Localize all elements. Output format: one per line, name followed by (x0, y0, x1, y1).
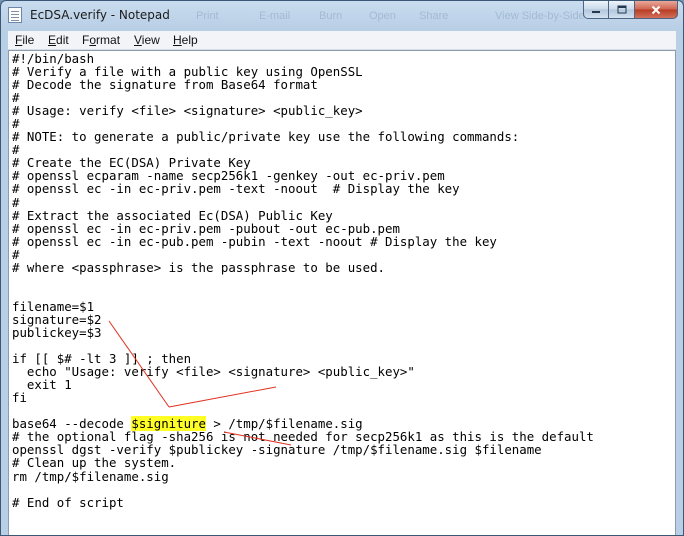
menu-format-label: rmat (96, 33, 121, 47)
maximize-button[interactable] (609, 1, 635, 19)
ghost-text: Share (419, 10, 449, 22)
menu-help-accel: H (173, 33, 182, 47)
window-title: EcDSA.verify - Notepad (30, 8, 170, 22)
script-text-head: #!/bin/bash # Verify a file with a publi… (12, 51, 520, 432)
maximize-icon (617, 5, 626, 14)
menu-format[interactable]: Format (82, 33, 120, 47)
ghost-text: View Side-by-Side (495, 10, 585, 22)
menu-file[interactable]: File (15, 33, 34, 47)
caption-buttons (583, 1, 678, 20)
text-editor[interactable]: #!/bin/bash # Verify a file with a publi… (8, 50, 676, 535)
ghost-text: E-mail (259, 10, 291, 22)
script-text-tail: > /tmp/$filename.sig # the optional flag… (12, 416, 594, 510)
notepad-icon (8, 7, 22, 23)
script-text[interactable]: #!/bin/bash # Verify a file with a publi… (12, 52, 594, 509)
notepad-window: EcDSA.verify - Notepad Print E-mail Burn… (0, 0, 684, 536)
menu-view-accel: V (134, 33, 142, 47)
menu-edit-label: dit (56, 33, 69, 47)
minimize-icon (592, 10, 600, 13)
minimize-button[interactable] (583, 1, 609, 19)
menu-view-label: iew (141, 33, 160, 47)
close-button[interactable] (635, 1, 678, 19)
menu-edit[interactable]: Edit (48, 33, 69, 47)
ghost-text: Burn (319, 10, 343, 22)
ghost-text: Open (369, 10, 396, 22)
menu-view[interactable]: View (134, 33, 160, 47)
menu-bar: File Edit Format View Help (8, 31, 676, 50)
ghost-text: Print (196, 10, 219, 22)
menu-file-label: ile (22, 33, 35, 47)
title-bar[interactable]: EcDSA.verify - Notepad Print E-mail Burn… (1, 1, 683, 31)
menu-help-label: elp (181, 33, 198, 47)
menu-edit-accel: E (48, 33, 57, 47)
menu-help[interactable]: Help (173, 33, 198, 47)
close-icon (651, 5, 661, 14)
